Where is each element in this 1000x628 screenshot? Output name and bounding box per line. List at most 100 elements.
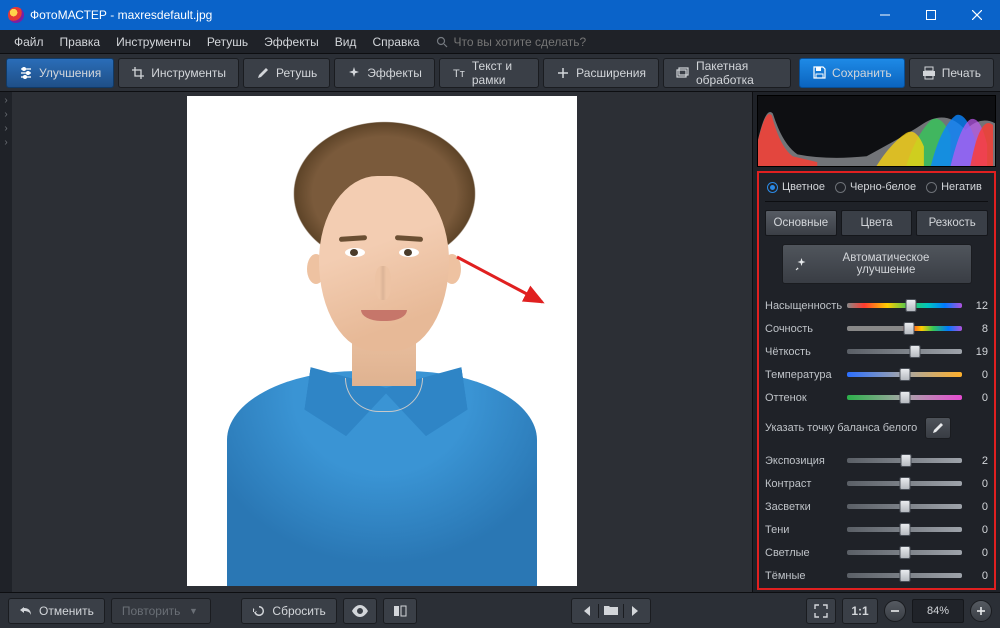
slider-value: 19 [966, 346, 988, 358]
slider-knob[interactable] [909, 345, 920, 358]
enhance-tabs: Основные Цвета Резкость [765, 210, 988, 236]
slider-track[interactable] [847, 303, 962, 308]
slider-knob[interactable] [906, 299, 917, 312]
close-button[interactable] [954, 0, 1000, 30]
menu-tools[interactable]: Инструменты [108, 33, 199, 51]
zoom-value[interactable]: 84% [912, 599, 964, 623]
tab-enhance[interactable]: Улучшения [6, 58, 114, 88]
undo-icon [19, 604, 33, 618]
open-folder-button[interactable] [598, 604, 624, 618]
print-icon [922, 66, 936, 80]
menu-help[interactable]: Справка [364, 33, 427, 51]
minimize-button[interactable] [862, 0, 908, 30]
compare-button[interactable] [383, 598, 417, 624]
workspace: › › › › [0, 92, 1000, 592]
right-panel: Цветное Черно-белое Негатив Основные Цве… [752, 92, 1000, 592]
tab-text[interactable]: Tт Текст и рамки [439, 58, 539, 88]
auto-enhance-button[interactable]: Автоматическое улучшение [782, 244, 972, 284]
save-button[interactable]: Сохранить [799, 58, 905, 88]
zoom-out-button[interactable] [884, 600, 906, 622]
print-button[interactable]: Печать [909, 58, 994, 88]
slider-knob[interactable] [899, 477, 910, 490]
chevron-right-icon: › [4, 96, 7, 106]
tab-batch-label: Пакетная обработка [696, 59, 778, 87]
next-image-button[interactable] [624, 604, 646, 618]
slider-knob[interactable] [899, 523, 910, 536]
slider-whites: Светлые0 [765, 541, 988, 564]
radio-negative[interactable]: Негатив [926, 181, 982, 193]
tab-basic[interactable]: Основные [765, 210, 837, 236]
slider-track[interactable] [847, 550, 962, 555]
slider-track[interactable] [847, 481, 962, 486]
menubar: Файл Правка Инструменты Ретушь Эффекты В… [0, 30, 1000, 54]
history-gutter: › › › › [0, 92, 12, 592]
slider-track[interactable] [847, 458, 962, 463]
tab-retouch[interactable]: Ретушь [243, 58, 330, 88]
white-balance-picker-button[interactable] [925, 417, 951, 439]
chevron-right-icon: › [4, 110, 7, 120]
window-title: ФотоМАСТЕР - maxresdefault.jpg [30, 8, 212, 22]
slider-label: Тёмные [765, 570, 843, 582]
chevron-right-icon: › [4, 124, 7, 134]
slider-saturation: Насыщенность12 [765, 294, 988, 317]
slider-track[interactable] [847, 573, 962, 578]
slider-value: 0 [966, 570, 988, 582]
slider-track[interactable] [847, 372, 962, 377]
slider-track[interactable] [847, 349, 962, 354]
wand-icon [795, 258, 808, 271]
tab-colors[interactable]: Цвета [841, 210, 913, 236]
slider-knob[interactable] [899, 500, 910, 513]
print-label: Печать [942, 66, 981, 80]
redo-button[interactable]: Повторить ▼ [111, 598, 212, 624]
histogram[interactable] [757, 95, 996, 167]
slider-knob[interactable] [904, 322, 915, 335]
slider-knob[interactable] [899, 569, 910, 582]
slider-value: 0 [966, 547, 988, 559]
canvas-area[interactable] [12, 92, 752, 592]
slider-contrast: Контраст0 [765, 472, 988, 495]
file-nav [571, 598, 651, 624]
menu-view[interactable]: Вид [327, 33, 365, 51]
slider-knob[interactable] [899, 546, 910, 559]
slider-clarity: Чёткость 19 [765, 340, 988, 363]
tab-batch[interactable]: Пакетная обработка [663, 58, 791, 88]
slider-track[interactable] [847, 504, 962, 509]
actual-size-button[interactable]: 1:1 [842, 598, 878, 624]
slider-track[interactable] [847, 395, 962, 400]
slider-value: 0 [966, 478, 988, 490]
tab-tools[interactable]: Инструменты [118, 58, 239, 88]
help-search-input[interactable] [452, 34, 632, 50]
slider-value: 8 [966, 323, 988, 335]
menu-file[interactable]: Файл [6, 33, 52, 51]
radio-color[interactable]: Цветное [767, 181, 825, 193]
slider-label: Засветки [765, 501, 843, 513]
tab-effects[interactable]: Эффекты [334, 58, 435, 88]
stack-icon [676, 66, 690, 80]
menu-retouch[interactable]: Ретушь [199, 33, 256, 51]
menu-effects[interactable]: Эффекты [256, 33, 327, 51]
reset-button[interactable]: Сбросить [241, 598, 336, 624]
toggle-preview-button[interactable] [343, 598, 377, 624]
slider-knob[interactable] [899, 391, 910, 404]
image-canvas[interactable] [187, 96, 577, 586]
tab-extensions[interactable]: Расширения [543, 58, 659, 88]
slider-label: Сочность [765, 323, 843, 335]
prev-image-button[interactable] [576, 604, 598, 618]
slider-label: Чёткость [765, 346, 843, 358]
radio-bw[interactable]: Черно-белое [835, 181, 916, 193]
slider-track[interactable] [847, 326, 962, 331]
undo-button[interactable]: Отменить [8, 598, 105, 624]
slider-track[interactable] [847, 527, 962, 532]
tab-sharpness[interactable]: Резкость [916, 210, 988, 236]
menu-edit[interactable]: Правка [52, 33, 109, 51]
app-logo-icon [8, 7, 24, 23]
maximize-button[interactable] [908, 0, 954, 30]
slider-knob[interactable] [899, 368, 910, 381]
text-icon: Tт [452, 66, 466, 80]
zoom-in-button[interactable] [970, 600, 992, 622]
slider-label: Тени [765, 524, 843, 536]
chevron-down-icon: ▼ [186, 604, 200, 618]
fit-screen-button[interactable] [806, 598, 836, 624]
tab-tools-label: Инструменты [151, 66, 226, 80]
slider-knob[interactable] [900, 454, 911, 467]
